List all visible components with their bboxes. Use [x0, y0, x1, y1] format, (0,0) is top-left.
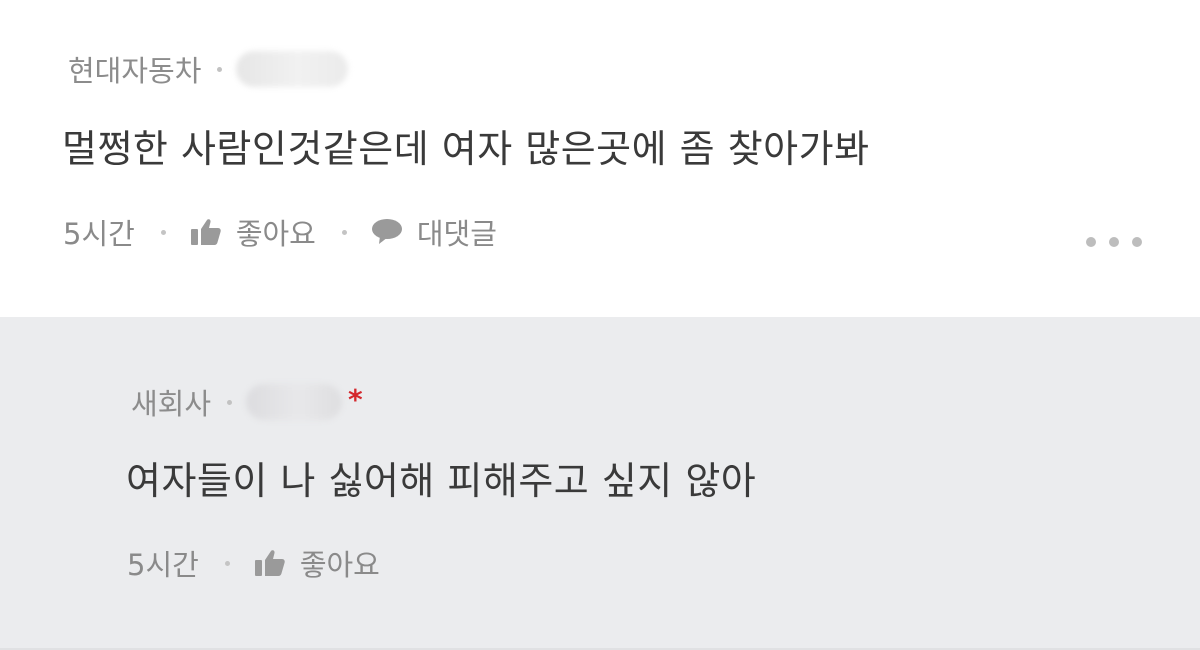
- blurred-username: [236, 51, 349, 87]
- action-separator: [341, 229, 347, 235]
- comment: 현대자동차 멀쩡한 사람인것같은데 여자 많은곳에 좀 찾아가봐 5시간 좋아요…: [0, 0, 1200, 317]
- reply-actions: 5시간 좋아요: [127, 539, 380, 587]
- reply-meta: 새회사 *: [131, 377, 363, 427]
- more-options-button[interactable]: [1086, 229, 1142, 255]
- more-dots-icon: [1132, 237, 1142, 247]
- comment-text: 멀쩡한 사람인것같은데 여자 많은곳에 좀 찾아가봐: [62, 127, 870, 171]
- reply-comment: 새회사 * 여자들이 나 싫어해 피해주고 싶지 않아 5시간 좋아요: [0, 317, 1200, 650]
- like-label: 좋아요: [299, 548, 380, 582]
- comment-actions: 5시간 좋아요 대댓글: [63, 208, 497, 256]
- reply-label: 대댓글: [416, 217, 497, 251]
- more-dots-icon: [1086, 237, 1096, 247]
- meta-separator: [217, 66, 223, 72]
- reply-button[interactable]: 대댓글: [371, 211, 497, 253]
- comment-timestamp: 5시간: [63, 217, 135, 251]
- thumbs-up-icon: [254, 550, 285, 576]
- action-separator: [224, 560, 230, 566]
- action-separator: [160, 229, 166, 235]
- like-label: 좋아요: [235, 217, 316, 251]
- more-dots-icon: [1109, 237, 1119, 247]
- comment-meta: 현대자동차: [68, 44, 349, 94]
- author-mark: *: [348, 382, 363, 416]
- reply-author[interactable]: 새회사: [131, 381, 211, 423]
- comment-author[interactable]: 현대자동차: [68, 48, 201, 90]
- blurred-username: [246, 384, 343, 420]
- reply-text: 여자들이 나 싫어해 피해주고 싶지 않아: [126, 459, 757, 503]
- speech-bubble-icon: [371, 219, 402, 244]
- reply-timestamp: 5시간: [127, 548, 199, 582]
- meta-separator: [227, 399, 233, 405]
- like-button[interactable]: 좋아요: [190, 211, 316, 253]
- like-button[interactable]: 좋아요: [254, 542, 380, 584]
- thumbs-up-icon: [190, 219, 221, 245]
